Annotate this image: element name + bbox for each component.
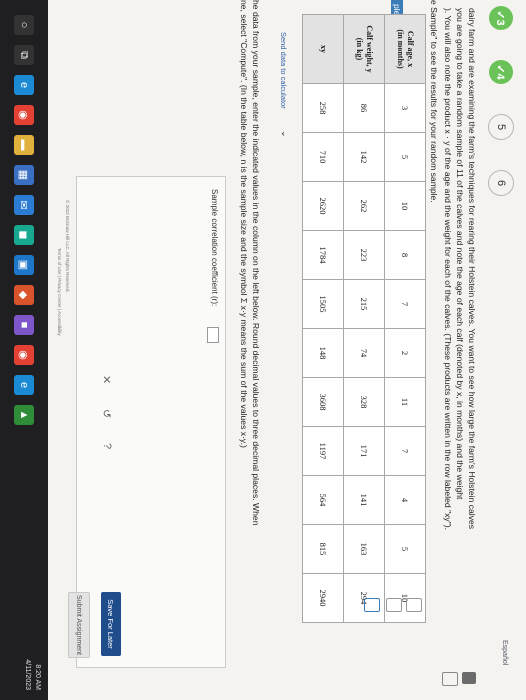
table-cell: 171 [343, 426, 385, 476]
taskbar-icons: ○ ⧉ e ◉ ▬ ▦ ✉ ◼ ▣ ◆ ■ ◉ e ▲ [14, 0, 34, 430]
question-tabs: ✓3 ✓4 5 6 [484, 0, 518, 446]
save-for-later-button[interactable]: Save For Later [101, 592, 121, 656]
table-cell: 223 [343, 230, 385, 280]
question-tab-2[interactable]: ✓4 [489, 60, 513, 84]
folder-icon[interactable]: ▬ [14, 135, 34, 155]
row-header-line: (in months) [396, 29, 405, 69]
table-row: Calf weight, y (in kg) 86 142 262 223 215 74 328… [343, 14, 385, 623]
instruction-line-2: ne, select "Compute". (In the table belo… [239, 0, 249, 448]
edge2-icon[interactable]: e [14, 375, 34, 395]
table-cell: 2940 [302, 573, 344, 623]
chrome-icon[interactable]: ◉ [14, 105, 34, 125]
export-icon-1[interactable] [406, 598, 422, 612]
copyright-text: © 2023 McGraw Hill LLC. All Rights Reser… [65, 200, 70, 293]
question-tab-4[interactable]: 6 [488, 170, 514, 196]
question-tab-1[interactable]: ✓3 [489, 6, 513, 30]
table-cell: 1197 [302, 426, 344, 476]
table-cell: 2 [384, 328, 426, 378]
table-cell: 1505 [302, 279, 344, 329]
footer-links[interactable]: Terms of Use | Privacy Center | Accessib… [57, 248, 62, 336]
app3-icon[interactable]: ▲ [14, 405, 34, 425]
table-cell: 2620 [302, 181, 344, 231]
calculator-icon[interactable] [462, 672, 476, 684]
table-cell: 3608 [302, 377, 344, 427]
table-cell: 815 [302, 524, 344, 574]
table-cell: 7 [384, 279, 426, 329]
correlation-label: Sample correlation coefficient (r): [210, 189, 219, 307]
sample-data-table: Calf age, x (in months) 3 5 10 8 7 2 11 7 4 5 10 Calf… [302, 14, 426, 623]
table-cell: 163 [343, 524, 385, 574]
store-icon[interactable]: ▦ [14, 165, 34, 185]
chevron-down-icon[interactable]: ⌄ [279, 130, 290, 138]
row-header-line: (in kg) [355, 37, 364, 61]
browser-screen: ✓3 ✓4 5 6 Español dairy farm and are examin… [48, 0, 526, 700]
export-icon-3[interactable] [364, 598, 380, 612]
table-cell: 710 [302, 132, 344, 182]
clock-time: 8:20 AM [34, 664, 41, 690]
clear-icon[interactable]: ✕ [100, 375, 113, 384]
table-cell: 11 [384, 377, 426, 427]
office-icon[interactable]: ◆ [14, 285, 34, 305]
table-cell: 328 [343, 377, 385, 427]
intro-line-3: ). You will also note the product x · y … [443, 8, 453, 531]
row-header-line: Calf age, x [406, 30, 415, 68]
answer-panel: Sample correlation coefficient (r): ✕ ↺ … [76, 176, 226, 668]
table-cell: 10 [384, 181, 426, 231]
table-cell: 86 [343, 83, 385, 133]
row-header: Calf weight, y (in kg) [343, 14, 385, 84]
table-cell: 4 [384, 475, 426, 525]
table-cell: 8 [384, 230, 426, 280]
mail-icon[interactable]: ✉ [14, 195, 34, 215]
undo-icon[interactable]: ↺ [100, 409, 113, 418]
table-row: xy 258 710 2620 1784 1505 148 3608 1197 564 815 294… [302, 14, 344, 623]
language-link[interactable]: Español [501, 640, 508, 665]
table-cell: 258 [302, 83, 344, 133]
taskview-icon[interactable]: ⧉ [14, 45, 34, 65]
table-cell: 141 [343, 475, 385, 525]
table-cell: 215 [343, 279, 385, 329]
submit-assignment-button[interactable]: Submit Assignment [68, 592, 90, 658]
photo-canvas: ✓3 ✓4 5 6 Español dairy farm and are examin… [0, 0, 526, 700]
row-header: Calf age, x (in months) [384, 14, 426, 84]
photos-icon[interactable]: ▣ [14, 255, 34, 275]
clock-date: 4/11/2023 [24, 659, 31, 690]
table-cell: 7 [384, 426, 426, 476]
table-cell: 142 [343, 132, 385, 182]
system-tray: 8:20 AM 4/11/2023 [22, 659, 42, 690]
search-icon[interactable]: ○ [14, 15, 34, 35]
row-header: xy [302, 14, 344, 84]
windows-taskbar: ○ ⧉ e ◉ ▬ ▦ ✉ ◼ ▣ ◆ ■ ◉ e ▲ 8:20 AM 4/11/2023 [0, 0, 48, 700]
row-header-line: Calf weight, y [365, 25, 374, 73]
table-cell: 1784 [302, 230, 344, 280]
edge-icon[interactable]: e [14, 75, 34, 95]
table-cell: 3 [384, 83, 426, 133]
table-cell: 5 [384, 132, 426, 182]
instruction-line-1: he data from your sample, enter the indi… [251, 0, 261, 526]
glasses-icon[interactable] [442, 672, 458, 686]
table-cell: 148 [302, 328, 344, 378]
table-cell: 5 [384, 524, 426, 574]
correlation-input[interactable] [207, 327, 219, 343]
help-icon[interactable]: ? [101, 443, 113, 449]
export-icon-2[interactable] [386, 598, 402, 612]
intro-line-2: you are going to take a random sample of… [455, 8, 465, 500]
row-header-line: xy [319, 45, 328, 53]
intro-line-4: e Sample" to see the results for your ra… [429, 0, 439, 203]
app-icon[interactable]: ◼ [14, 225, 34, 245]
chrome2-icon[interactable]: ◉ [14, 345, 34, 365]
table-cell: 262 [343, 181, 385, 231]
app2-icon[interactable]: ■ [14, 315, 34, 335]
send-data-link[interactable]: Send data to calculator [279, 32, 288, 109]
table-row: Calf age, x (in months) 3 5 10 8 7 2 11 7 4 5 10 [384, 14, 426, 623]
question-tab-3[interactable]: 5 [488, 114, 514, 140]
table-cell: 74 [343, 328, 385, 378]
table-cell: 564 [302, 475, 344, 525]
intro-line-1: dairy farm and are examining the farm's … [467, 8, 477, 530]
